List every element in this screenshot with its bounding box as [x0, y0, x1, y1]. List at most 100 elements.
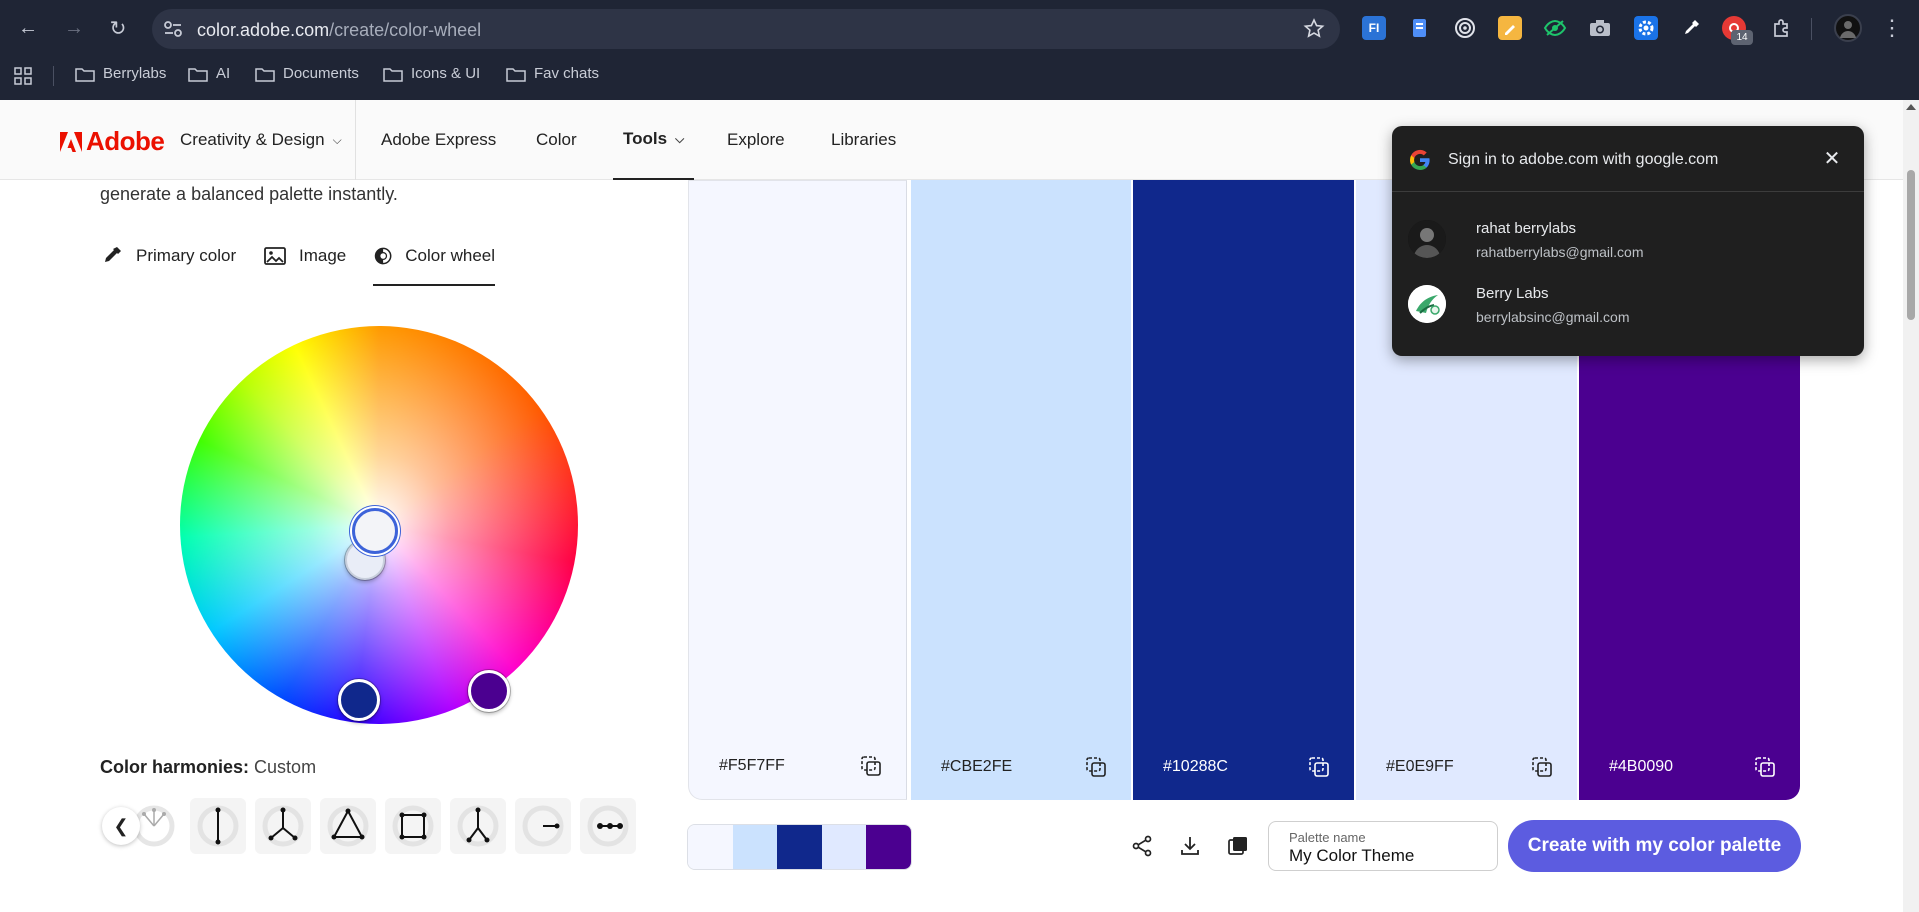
browser-chrome: ← → ↻ color.adobe.com/create/color-wheel…: [0, 0, 1919, 100]
extension-target-icon[interactable]: [1453, 16, 1477, 40]
bookmark-icons-ui[interactable]: Icons & UI: [383, 65, 480, 82]
swatch-hex[interactable]: #4B0090: [1609, 758, 1673, 776]
harmony-split-complementary[interactable]: [255, 798, 311, 854]
copy-icon[interactable]: [1085, 756, 1107, 778]
forward-arrow-icon[interactable]: →: [58, 12, 90, 44]
bookmark-star-icon[interactable]: [1302, 17, 1326, 41]
account-email: rahatberrylabs@gmail.com: [1476, 244, 1644, 260]
nav-explore[interactable]: Explore: [727, 100, 785, 180]
bookmark-label: Icons & UI: [411, 65, 481, 82]
swatch-3[interactable]: #10288C: [1133, 180, 1354, 800]
chevron-down-icon: ⌵: [332, 132, 342, 147]
swatch-hex[interactable]: #F5F7FF: [719, 757, 785, 775]
nav-adobe-express[interactable]: Adobe Express: [381, 100, 496, 180]
reload-icon[interactable]: ↻: [102, 12, 134, 44]
extension-fi-label: FI: [1368, 21, 1380, 35]
scrollbar-thumb[interactable]: [1907, 170, 1915, 320]
account-name: Berry Labs: [1476, 285, 1549, 302]
profile-avatar-icon[interactable]: [1834, 14, 1862, 42]
bookmark-ai[interactable]: AI: [188, 65, 230, 82]
palette-name-input[interactable]: [1289, 846, 1484, 866]
folder-icon: [75, 67, 95, 82]
copy-icon[interactable]: [1531, 756, 1553, 778]
nav-libraries[interactable]: Libraries: [831, 100, 896, 180]
swatch-2[interactable]: #CBE2FE: [911, 180, 1131, 800]
account-name: rahat berrylabs: [1476, 220, 1577, 237]
copy-icon[interactable]: [1754, 756, 1776, 778]
extension-eyedropper-icon[interactable]: [1679, 16, 1703, 40]
harmonies-prev-button[interactable]: ❮: [102, 807, 140, 845]
nav-creativity-design[interactable]: Creativity & Design ⌵: [180, 100, 342, 180]
harmony-shades[interactable]: [515, 798, 571, 854]
extension-document-icon[interactable]: [1408, 16, 1432, 40]
extension-fi-icon[interactable]: FI: [1362, 16, 1386, 40]
bookmark-fav-chats[interactable]: Fav chats: [506, 65, 599, 82]
folder-icon: [383, 67, 403, 82]
page-scrollbar[interactable]: [1903, 100, 1919, 912]
mini-swatch-5: [866, 825, 911, 869]
wheel-handle-purple[interactable]: [468, 670, 510, 712]
back-arrow-icon[interactable]: ←: [12, 12, 44, 44]
bookmark-berrylabs[interactable]: Berrylabs: [75, 65, 166, 82]
extension-count-badge: 14: [1731, 30, 1753, 45]
url-path: /create/color-wheel: [329, 20, 482, 40]
folder-icon: [255, 67, 275, 82]
tab-color-wheel[interactable]: Color wheel: [373, 246, 495, 286]
wheel-handle-blue[interactable]: [338, 679, 380, 721]
extension-gear-icon[interactable]: [1634, 16, 1658, 40]
nav-label: Creativity & Design: [180, 130, 325, 149]
extension-eye-icon[interactable]: [1543, 16, 1567, 40]
bookmark-label: AI: [216, 65, 231, 82]
mini-swatch-3: [777, 825, 822, 869]
copy-icon[interactable]: [1308, 756, 1330, 778]
download-icon[interactable]: [1176, 832, 1204, 860]
scroll-up-arrow-icon[interactable]: [1906, 104, 1916, 110]
intro-text: generate a balanced palette instantly.: [100, 184, 398, 204]
palette-preview-strip: [687, 824, 912, 870]
palette-name-field[interactable]: Palette name: [1268, 821, 1498, 871]
harmony-compound[interactable]: [450, 798, 506, 854]
share-icon[interactable]: [1128, 832, 1156, 860]
bookmarks-divider: [53, 66, 54, 86]
tab-image[interactable]: Image: [263, 246, 346, 286]
nav-label: Explore: [727, 130, 785, 149]
swatch-hex[interactable]: #10288C: [1163, 758, 1228, 776]
harmony-triad[interactable]: [320, 798, 376, 854]
mini-swatch-1: [688, 825, 733, 869]
account-item[interactable]: Berry Labs berrylabsinc@gmail.com: [1408, 279, 1848, 331]
adobe-logo[interactable]: Adobe: [60, 126, 165, 157]
wheel-handle-base[interactable]: [352, 508, 398, 554]
account-avatar: [1408, 220, 1446, 258]
close-icon[interactable]: ✕: [1820, 146, 1844, 170]
extensions-puzzle-icon[interactable]: [1770, 16, 1794, 40]
harmony-complementary[interactable]: [190, 798, 246, 854]
save-to-library-icon[interactable]: [1224, 832, 1252, 860]
bookmark-label: Berrylabs: [103, 65, 167, 82]
extension-camera-icon[interactable]: [1588, 16, 1612, 40]
harmony-split-icon: [262, 805, 304, 847]
copy-icon[interactable]: [860, 755, 882, 777]
swatch-1[interactable]: #F5F7FF: [688, 180, 907, 800]
address-bar[interactable]: color.adobe.com/create/color-wheel: [152, 9, 1340, 49]
harmony-shades-icon: [522, 805, 564, 847]
tab-primary-color[interactable]: Primary color: [100, 246, 236, 286]
harmony-square[interactable]: [385, 798, 441, 854]
harmony-square-icon: [392, 805, 434, 847]
swatch-hex[interactable]: #E0E9FF: [1386, 758, 1454, 776]
nav-label: Tools: [623, 129, 668, 148]
nav-divider: [355, 100, 356, 180]
tab-label: Image: [299, 246, 347, 265]
nav-tools[interactable]: Tools ⌵: [613, 100, 695, 180]
apps-grid-icon[interactable]: [14, 67, 32, 85]
site-settings-icon[interactable]: [162, 18, 184, 40]
browser-menu-icon[interactable]: ⋮: [1876, 12, 1908, 44]
swatch-hex[interactable]: #CBE2FE: [941, 758, 1012, 776]
nav-label: Color: [536, 130, 577, 149]
bookmark-documents[interactable]: Documents: [255, 65, 359, 82]
nav-color[interactable]: Color: [536, 100, 577, 180]
account-item[interactable]: rahat berrylabs rahatberrylabs@gmail.com: [1408, 214, 1848, 266]
harmony-analogous[interactable]: [580, 798, 636, 854]
create-with-palette-button[interactable]: Create with my color palette: [1508, 820, 1801, 872]
url-text[interactable]: color.adobe.com/create/color-wheel: [197, 20, 481, 41]
extension-notes-icon[interactable]: [1498, 16, 1522, 40]
